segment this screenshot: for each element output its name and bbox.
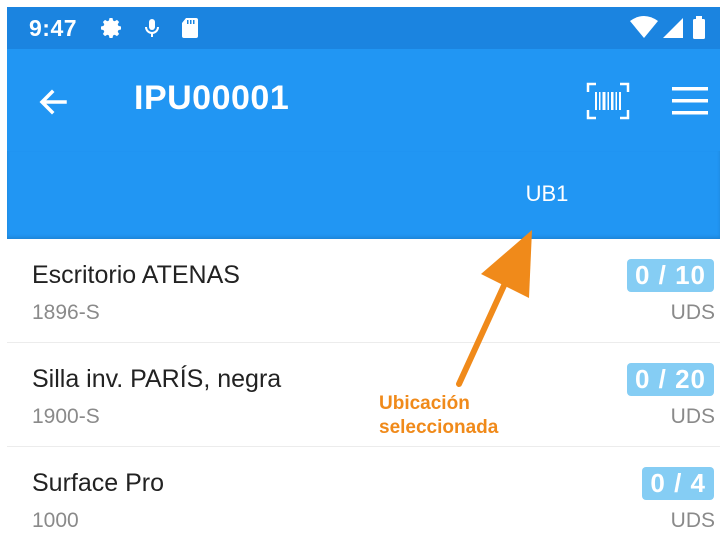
quantity-badge: 0 / 20 [626,363,714,396]
item-list: Escritorio ATENAS 1896-S 0 / 10 UDS Sill… [7,239,720,549]
item-code: 1900-S [32,405,100,428]
app-bar: IPU00001 [7,49,720,151]
wifi-icon [629,16,659,40]
item-name: Surface Pro [32,469,165,497]
arrow-back-icon [39,89,67,115]
quantity-badge: 0 / 10 [626,259,714,292]
item-name: Escritorio ATENAS [32,261,240,289]
scan-button[interactable] [585,81,631,121]
barcode-scan-icon [586,82,630,120]
page-title: IPU00001 [134,79,290,117]
list-item[interactable]: Silla inv. PARÍS, negra 1900-S 0 / 20 UD… [7,343,720,447]
hamburger-menu-icon [672,87,708,115]
app-screen: 9:47 IPU00001 UB1 Escritorio ATENAS 1896… [7,7,720,549]
gear-icon [100,16,124,40]
menu-button[interactable] [670,83,710,119]
unit-label: UDS [670,405,715,428]
mic-icon [140,16,164,40]
tab-ub1[interactable]: UB1 [487,171,607,221]
sd-card-icon [178,16,202,40]
quantity-badge: 0 / 4 [642,467,714,500]
status-bar: 9:47 [7,7,720,49]
list-item[interactable]: Escritorio ATENAS 1896-S 0 / 10 UDS [7,239,720,343]
unit-label: UDS [670,301,715,324]
battery-icon [691,16,707,40]
location-tabs: UB1 [7,151,720,239]
status-time: 9:47 [29,15,78,41]
item-code: 1000 [32,509,79,532]
unit-label: UDS [670,509,715,532]
list-item[interactable]: Surface Pro 1000 0 / 4 UDS [7,447,720,549]
back-button[interactable] [33,82,73,122]
item-code: 1896-S [32,301,100,324]
item-name: Silla inv. PARÍS, negra [32,365,282,393]
signal-icon [661,16,685,40]
